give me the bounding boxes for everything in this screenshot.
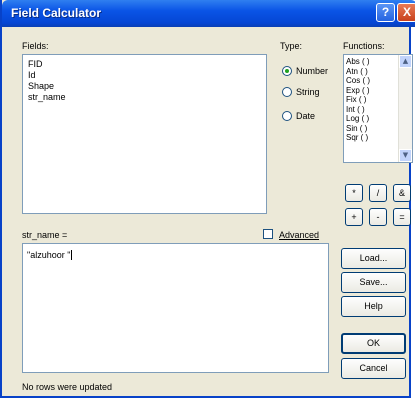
functions-label: Functions: <box>343 41 385 51</box>
scroll-up-icon[interactable]: ▲ <box>399 55 412 68</box>
close-button[interactable]: X <box>397 3 415 22</box>
advanced-label: Advanced <box>279 230 320 240</box>
functions-scrollbar[interactable]: ▲ ▼ <box>398 55 412 162</box>
window-title: Field Calculator <box>11 6 102 20</box>
multiply-button[interactable]: * <box>345 184 363 202</box>
type-label: Type: <box>280 41 303 51</box>
help-button[interactable]: Help <box>341 296 406 317</box>
field-calculator-dialog: Field Calculator ? X Fields: FID Id Shap… <box>0 0 415 398</box>
fields-list[interactable]: FID Id Shape str_name <box>22 54 267 214</box>
field-item-shape[interactable]: Shape <box>23 81 266 92</box>
concat-button[interactable]: & <box>393 184 411 202</box>
number-radio-label: Number <box>296 66 329 76</box>
plus-button[interactable]: + <box>345 208 363 226</box>
status-text: No rows were updated <box>22 382 113 392</box>
save-button[interactable]: Save... <box>341 272 406 293</box>
load-button[interactable]: Load... <box>341 248 406 269</box>
field-item-fid[interactable]: FID <box>23 59 266 70</box>
text-caret: ​ <box>71 250 73 260</box>
date-radio[interactable] <box>282 111 292 121</box>
divide-button[interactable]: / <box>369 184 387 202</box>
string-radio-label: String <box>296 87 320 97</box>
equals-button[interactable]: = <box>393 208 411 226</box>
field-item-str-name[interactable]: str_name <box>23 92 266 103</box>
date-radio-label: Date <box>296 111 316 121</box>
title-bar: Field Calculator ? X <box>2 0 415 27</box>
string-radio[interactable] <box>282 87 292 97</box>
title-help-button[interactable]: ? <box>376 3 395 22</box>
number-radio[interactable] <box>282 66 292 76</box>
fields-label: Fields: <box>22 41 49 51</box>
expression-input[interactable]: "alzuhoor "​ <box>22 243 329 373</box>
functions-list[interactable]: Abs ( ) Atn ( ) Cos ( ) Exp ( ) Fix ( ) … <box>343 54 413 163</box>
expression-text: "alzuhoor " <box>27 250 71 260</box>
advanced-checkbox[interactable] <box>263 229 273 239</box>
scroll-down-icon[interactable]: ▼ <box>399 149 412 162</box>
expression-label: str_name = <box>22 230 68 240</box>
ok-button[interactable]: OK <box>341 333 406 354</box>
minus-button[interactable]: - <box>369 208 387 226</box>
cancel-button[interactable]: Cancel <box>341 358 406 379</box>
field-item-id[interactable]: Id <box>23 70 266 81</box>
